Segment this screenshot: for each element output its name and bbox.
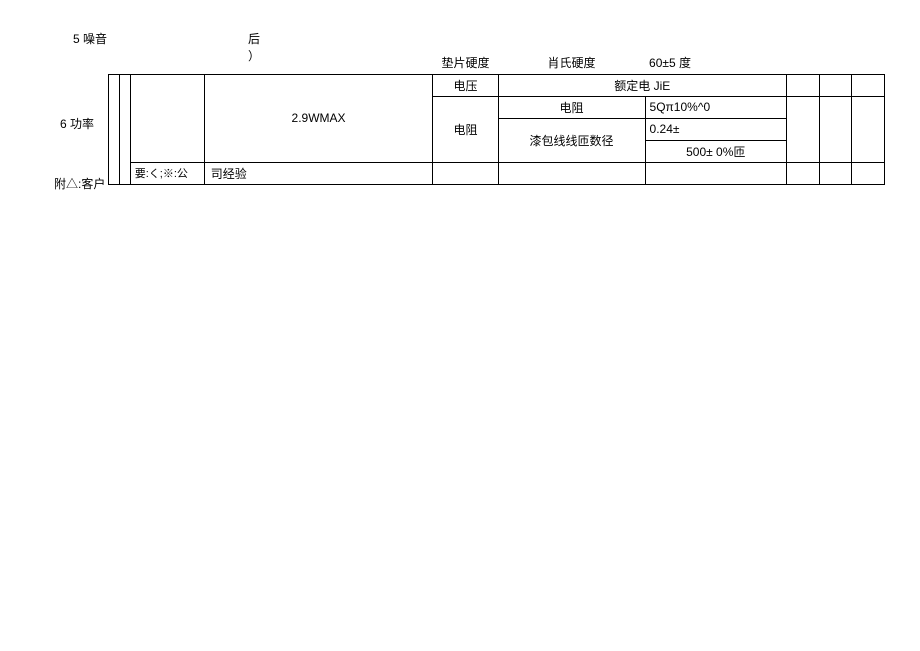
cell-r5-g: [645, 162, 786, 184]
cell-r1-i: [819, 74, 852, 96]
cell-r5-e: [433, 162, 498, 184]
header-hardness-value: 60±5 度: [645, 52, 786, 74]
cell-r2-j: [852, 96, 885, 162]
cell-r2-h: [787, 96, 820, 162]
cell-r1-h: [787, 74, 820, 96]
cell-r5-j: [852, 162, 885, 184]
row6-power-label: 6 功率: [60, 115, 94, 132]
cell-r5-f: [498, 162, 645, 184]
cell-c-span: [130, 74, 204, 162]
cell-resistance-label: 电阻: [433, 96, 498, 162]
cell-r5-i: [819, 162, 852, 184]
cell-r5-h: [787, 162, 820, 184]
spec-table: 垫片硬度 肖氏硬度 60±5 度 2.9WMAX 电压 额定电 JiE: [108, 52, 885, 185]
cell-resistance-inner-label: 电阻: [498, 96, 645, 118]
cell-turn-count: 500± 0%匝: [645, 140, 786, 162]
header-pad-hardness: 垫片硬度: [433, 52, 498, 74]
spec-table-wrap: 垫片硬度 肖氏硬度 60±5 度 2.9WMAX 电压 额定电 JiE: [108, 52, 885, 185]
cell-footnote-rest: 要:く;※:公: [130, 162, 204, 184]
cell-r2-i: [819, 96, 852, 162]
cell-a: [109, 74, 120, 184]
cell-experience: 司经验: [204, 162, 433, 184]
cell-wire-turns-label: 漆包线线匝数径: [498, 118, 645, 162]
header-shore-hardness: 肖氏硬度: [498, 52, 645, 74]
row5-noise-label: 5 噪音: [73, 30, 107, 47]
cell-power-value: 2.9WMAX: [204, 74, 433, 162]
cell-r1-j: [852, 74, 885, 96]
cell-resistance-value1: 5Qπ10%^0: [645, 96, 786, 118]
cell-wire-diameter: 0.24±: [645, 118, 786, 140]
cell-rated-voltage: 额定电 JiE: [498, 74, 786, 96]
footnote-customer-label: 附△:客户: [54, 175, 105, 192]
cell-b: [119, 74, 130, 184]
cell-voltage-label: 电压: [433, 74, 498, 96]
